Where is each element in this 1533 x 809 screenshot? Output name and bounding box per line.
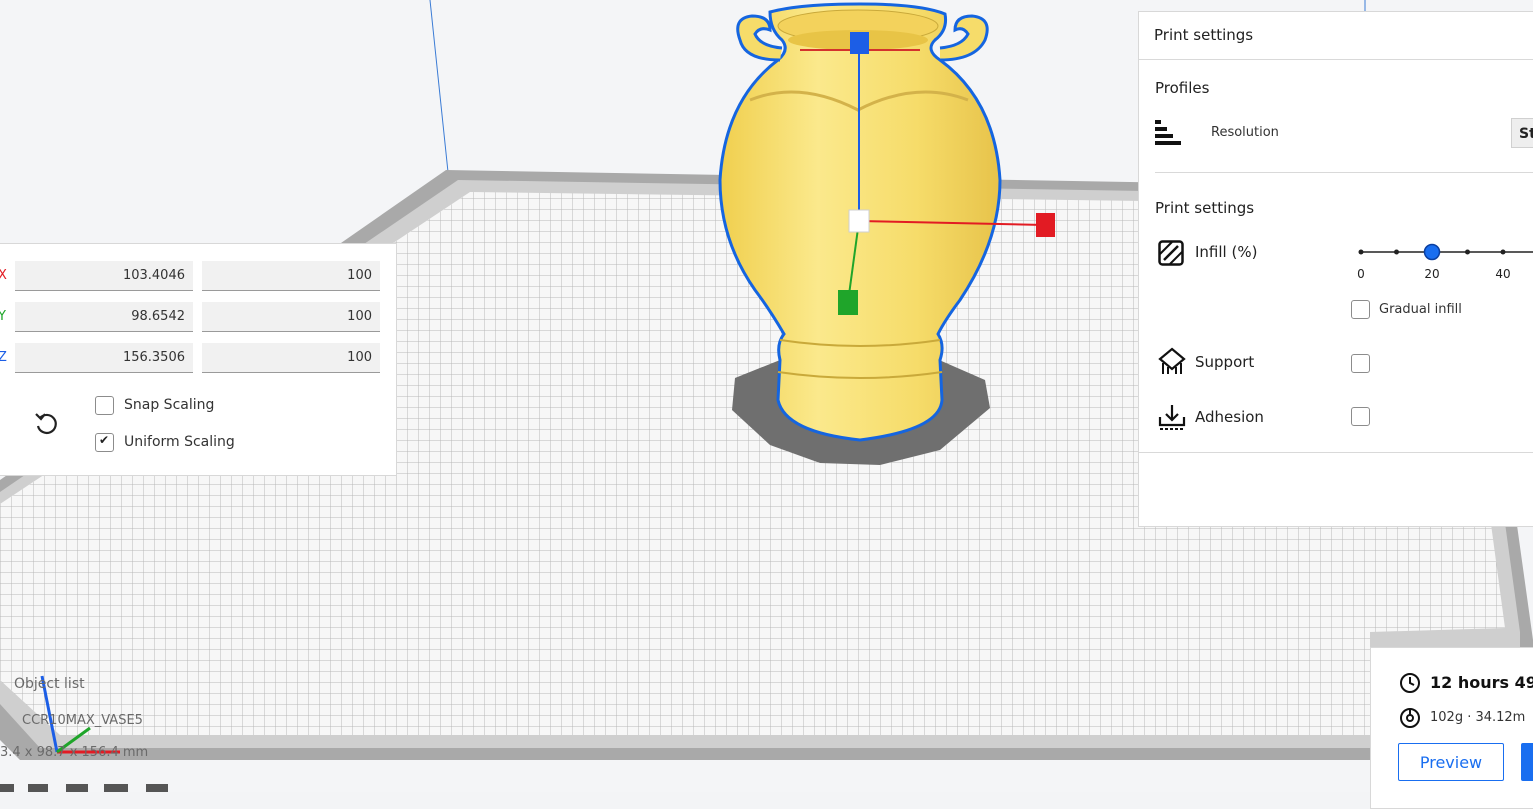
z-percent-input[interactable]: 100 bbox=[202, 343, 380, 373]
infill-icon bbox=[1158, 240, 1184, 266]
print-settings-section-header: Print settings bbox=[1155, 199, 1255, 217]
reset-icon[interactable] bbox=[34, 410, 58, 436]
infill-slider-handle bbox=[1423, 243, 1441, 261]
infill-slider-tick bbox=[1465, 249, 1470, 255]
print-settings-header[interactable]: Print settings bbox=[1154, 26, 1253, 44]
object-list-title[interactable]: Object list bbox=[14, 676, 85, 692]
adhesion-checkbox[interactable] bbox=[1351, 407, 1370, 426]
infill-slider-tick bbox=[1394, 249, 1399, 255]
x-percent-input[interactable]: 100 bbox=[202, 261, 380, 291]
scale-panel: X 103.4046 100 Y 98.6542 100 Z 156.3506 … bbox=[0, 243, 397, 476]
resolution-label: Resolution bbox=[1211, 125, 1279, 140]
print-estimate-panel: 12 hours 49 m 102g · 34.12m Preview bbox=[1370, 647, 1533, 809]
snap-scaling-label: Snap Scaling bbox=[124, 397, 215, 413]
support-label: Support bbox=[1195, 353, 1255, 371]
print-time: 12 hours 49 m bbox=[1430, 673, 1533, 692]
z-size-input[interactable]: 156.3506 bbox=[15, 343, 193, 373]
y-size-input[interactable]: 98.6542 bbox=[15, 302, 193, 332]
profiles-header: Profiles bbox=[1155, 79, 1210, 97]
y-axis-handle bbox=[838, 290, 858, 315]
resolution-icon bbox=[1155, 120, 1181, 145]
y-percent-input[interactable]: 100 bbox=[202, 302, 380, 332]
support-checkbox[interactable] bbox=[1351, 354, 1370, 373]
x-size-input[interactable]: 103.4046 bbox=[15, 261, 193, 291]
x-axis-handle bbox=[1036, 213, 1055, 237]
support-icon bbox=[1158, 347, 1186, 374]
infill-tick-label: 20 bbox=[1424, 267, 1439, 281]
infill-slider[interactable]: 0 20 40 bbox=[1349, 238, 1533, 286]
slice-button[interactable] bbox=[1521, 743, 1533, 781]
infill-slider-tick bbox=[1500, 249, 1506, 255]
resolution-select[interactable]: St bbox=[1511, 118, 1533, 148]
preview-button[interactable]: Preview bbox=[1398, 743, 1504, 781]
y-axis-label: Y bbox=[0, 309, 6, 324]
spool-icon bbox=[1400, 708, 1420, 728]
gradual-infill-checkbox[interactable] bbox=[1351, 300, 1370, 319]
infill-tick-label: 0 bbox=[1357, 267, 1365, 281]
infill-label: Infill (%) bbox=[1195, 243, 1258, 261]
object-dimensions: 3.4 x 98.7 x 156.4 mm bbox=[0, 745, 149, 760]
clock-icon bbox=[1400, 673, 1420, 693]
print-settings-panel: Print settings Profiles Resolution St Pr… bbox=[1138, 11, 1533, 527]
gradual-infill-label: Gradual infill bbox=[1379, 302, 1462, 317]
adhesion-icon bbox=[1158, 405, 1186, 430]
snap-scaling-checkbox[interactable] bbox=[95, 396, 114, 415]
center-handle bbox=[848, 209, 870, 233]
infill-slider-tick bbox=[1358, 249, 1364, 255]
material-estimate: 102g · 34.12m bbox=[1430, 710, 1526, 725]
adhesion-label: Adhesion bbox=[1195, 408, 1264, 426]
object-list-item[interactable]: CCR10MAX_VASE5 bbox=[22, 713, 143, 728]
z-axis-label: Z bbox=[0, 350, 7, 365]
x-axis-label: X bbox=[0, 268, 7, 283]
infill-tick-label: 40 bbox=[1495, 267, 1510, 281]
uniform-scaling-label: Uniform Scaling bbox=[124, 434, 235, 450]
uniform-scaling-checkbox[interactable] bbox=[95, 433, 114, 452]
z-axis-handle bbox=[850, 32, 869, 54]
